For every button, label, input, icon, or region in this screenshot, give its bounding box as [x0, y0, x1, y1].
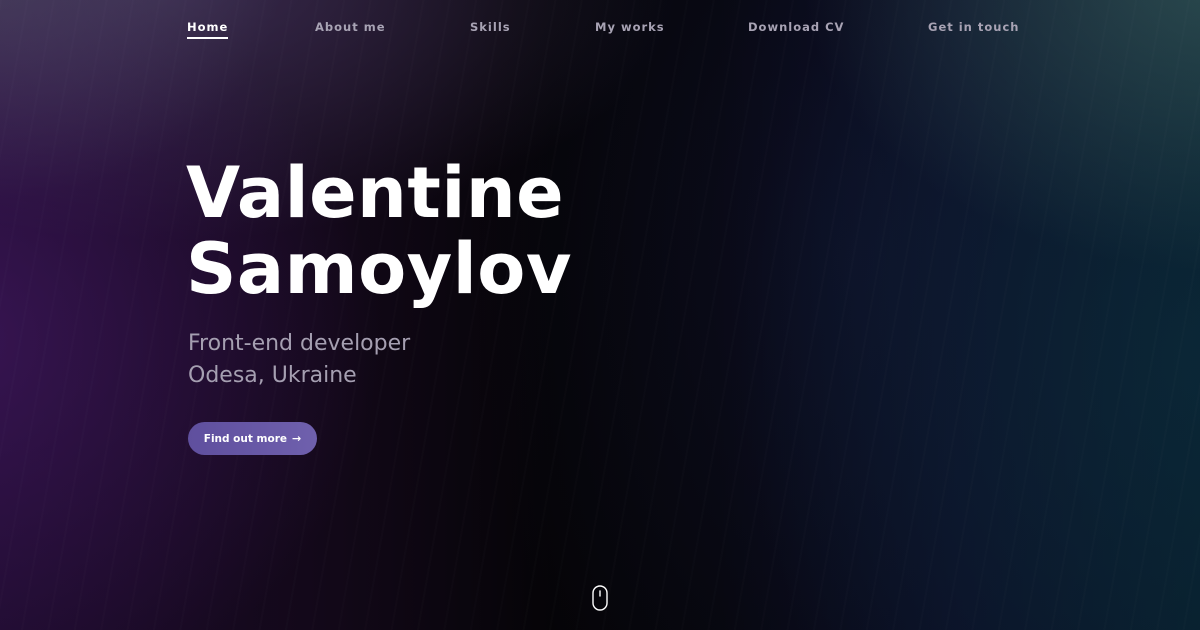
nav-item-label: About me: [315, 20, 386, 34]
hero-role: Front-end developer: [188, 331, 411, 356]
nav-item-label: Home: [187, 20, 229, 34]
arrow-right-icon: →: [292, 432, 302, 445]
hero-subtitle: Front-end developer Odesa, Ukraine: [188, 328, 410, 392]
mouse-scroll-icon[interactable]: [592, 585, 608, 611]
nav-item-home[interactable]: Home: [187, 20, 229, 39]
hero-name-first: Valentine: [186, 152, 565, 234]
cta-label: Find out more: [203, 432, 288, 445]
nav-item-my-works[interactable]: My works: [595, 20, 665, 34]
nav-item-label: Download CV: [748, 20, 845, 34]
nav-item-label: My works: [595, 20, 665, 34]
nav-item-about-me[interactable]: About me: [315, 20, 386, 34]
nav-item-get-in-touch[interactable]: Get in touch: [928, 20, 1019, 34]
hero-name-last: Samoylov: [186, 228, 573, 310]
top-navigation: Home About me Skills My works Download C…: [0, 0, 1200, 54]
nav-item-label: Get in touch: [928, 20, 1020, 34]
hero-location: Odesa, Ukraine: [188, 363, 357, 388]
background-streaks: [0, 0, 1200, 630]
hero-name: Valentine Samoylov: [186, 155, 572, 307]
nav-item-label: Skills: [470, 20, 511, 34]
active-nav-underline: [187, 37, 229, 39]
nav-item-skills[interactable]: Skills: [470, 20, 511, 34]
find-out-more-button[interactable]: Find out more →: [188, 422, 317, 455]
hero-section: Home About me Skills My works Download C…: [0, 0, 1200, 630]
nav-item-download-cv[interactable]: Download CV: [748, 20, 844, 34]
